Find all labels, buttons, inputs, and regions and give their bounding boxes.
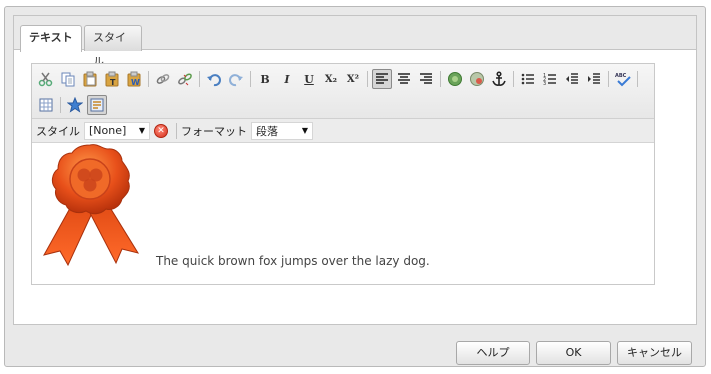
chevron-down-icon: ▼ — [138, 126, 145, 135]
subscript-button[interactable]: X₂ — [321, 69, 341, 89]
paste-icon[interactable] — [80, 69, 100, 89]
cut-icon[interactable] — [36, 69, 56, 89]
indent-icon[interactable] — [584, 69, 604, 89]
toolbar-separator — [148, 71, 149, 87]
bold-button[interactable]: B — [255, 69, 275, 89]
toolbar-separator — [60, 97, 61, 113]
toolbar-separator — [440, 71, 441, 87]
align-right-icon[interactable] — [416, 69, 436, 89]
redo-icon[interactable] — [226, 69, 246, 89]
toolbar-separator — [176, 122, 177, 139]
paste-word-icon[interactable]: W — [124, 69, 144, 89]
toolbar-separator — [367, 71, 368, 87]
format-label: フォーマット — [181, 124, 247, 138]
award-ribbon-image — [43, 144, 140, 267]
toolbar-separator — [199, 71, 200, 87]
tab-style[interactable]: スタイル — [84, 25, 142, 68]
anchor-icon[interactable] — [489, 69, 509, 89]
clear-style-icon[interactable]: ✕ — [154, 123, 168, 138]
editor-content[interactable]: The quick brown fox jumps over the lazy … — [32, 143, 654, 284]
editor-toolbar: T W B I U X₂ X² 1 2 3 ABC — [32, 64, 654, 119]
style-label: スタイル — [36, 124, 80, 138]
numbered-list-icon[interactable]: 123 — [540, 69, 560, 89]
tab-strip: テキスト スタイル — [14, 16, 696, 68]
ok-button[interactable]: OK — [536, 341, 611, 365]
toolbar-separator — [250, 71, 251, 87]
toolbar-separator — [608, 71, 609, 87]
underline-button[interactable]: U — [299, 69, 319, 89]
source-edit-icon[interactable] — [87, 95, 107, 115]
tab-panel: テキスト スタイル T W B I U X₂ X² 1 2 3 ABC スタイル… — [13, 15, 697, 325]
special-char-icon[interactable] — [65, 95, 85, 115]
align-left-icon[interactable] — [372, 69, 392, 89]
copy-icon[interactable] — [58, 69, 78, 89]
chevron-down-icon: ▼ — [301, 126, 308, 135]
rich-text-dialog: テキスト スタイル T W B I U X₂ X² 1 2 3 ABC スタイル… — [4, 6, 706, 367]
content-text: The quick brown fox jumps over the lazy … — [156, 254, 430, 268]
spellcheck-icon[interactable]: ABC — [613, 69, 633, 89]
tab-text[interactable]: テキスト — [20, 25, 82, 52]
toolbar-row-1: T W B I U X₂ X² 1 2 3 ABC — [36, 68, 642, 90]
style-select[interactable]: [None] ▼ — [84, 121, 150, 140]
toolbar-separator — [513, 71, 514, 87]
bullet-list-icon[interactable] — [518, 69, 538, 89]
cancel-button[interactable]: キャンセル — [617, 341, 692, 365]
image-icon[interactable] — [445, 69, 465, 89]
image-properties-icon[interactable] — [467, 69, 487, 89]
toolbar-row-2 — [36, 94, 109, 116]
svg-text:W: W — [131, 78, 140, 87]
paste-text-icon[interactable]: T — [102, 69, 122, 89]
toolbar-separator — [637, 71, 638, 87]
format-select[interactable]: 段落 ▼ — [251, 121, 313, 140]
style-format-bar: スタイル [None] ▼ ✕ フォーマット 段落 ▼ — [32, 119, 654, 143]
svg-text:3: 3 — [543, 81, 546, 86]
link-icon[interactable] — [153, 69, 173, 89]
svg-text:T: T — [110, 78, 116, 87]
align-center-icon[interactable] — [394, 69, 414, 89]
superscript-button[interactable]: X² — [343, 69, 363, 89]
style-select-value: [None] — [89, 124, 127, 137]
rich-text-editor: T W B I U X₂ X² 1 2 3 ABC スタイル [None] ▼ … — [31, 63, 655, 285]
outdent-icon[interactable] — [562, 69, 582, 89]
svg-text:ABC: ABC — [615, 73, 627, 79]
table-icon[interactable] — [36, 95, 56, 115]
help-button[interactable]: ヘルプ — [456, 341, 530, 365]
format-select-value: 段落 — [256, 124, 278, 138]
italic-button[interactable]: I — [277, 69, 297, 89]
undo-icon[interactable] — [204, 69, 224, 89]
unlink-icon[interactable] — [175, 69, 195, 89]
